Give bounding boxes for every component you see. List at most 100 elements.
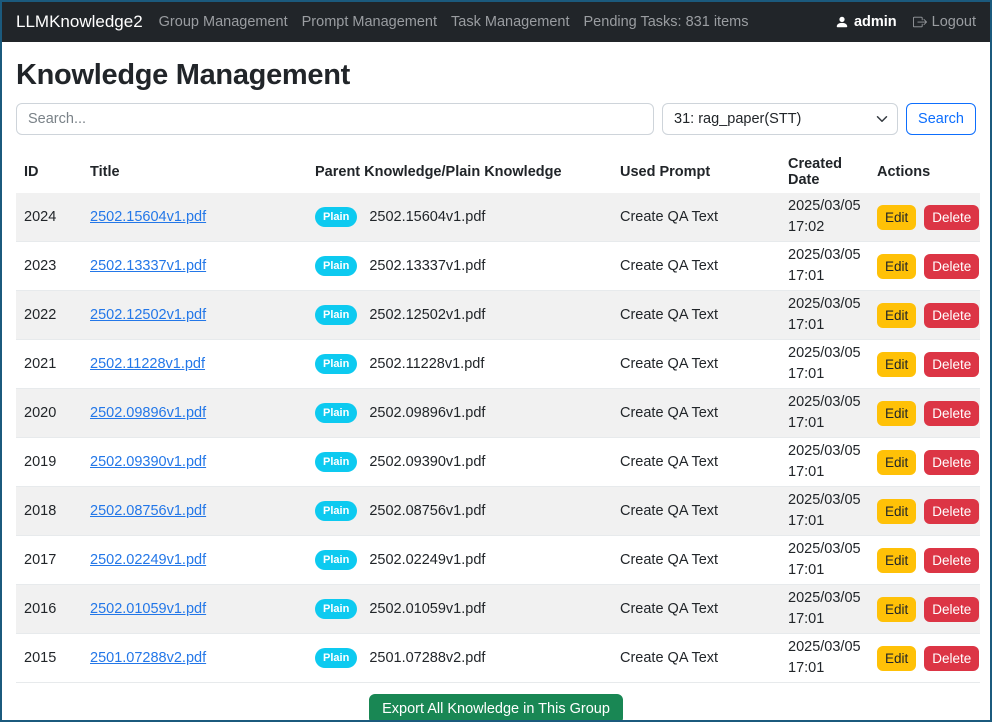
search-button[interactable]: Search	[906, 103, 976, 135]
knowledge-title-link[interactable]: 2501.07288v2.pdf	[90, 650, 206, 666]
created-date-cell: 2025/03/05 17:01	[780, 634, 869, 683]
edit-button[interactable]: Edit	[877, 646, 916, 671]
delete-button[interactable]: Delete	[924, 499, 979, 524]
edit-button[interactable]: Edit	[877, 401, 916, 426]
search-input[interactable]	[16, 103, 654, 135]
edit-button[interactable]: Edit	[877, 499, 916, 524]
knowledge-title-link[interactable]: 2502.09896v1.pdf	[90, 405, 206, 421]
used-prompt-cell: Create QA Text	[612, 536, 780, 585]
parent-knowledge-name: 2502.13337v1.pdf	[369, 258, 485, 274]
created-date-cell: 2025/03/05 17:01	[780, 487, 869, 536]
created-date-time: 17:02	[788, 217, 861, 238]
logout-label: Logout	[932, 14, 976, 30]
parent-knowledge-name: 2502.01059v1.pdf	[369, 601, 485, 617]
created-date-day: 2025/03/05	[788, 441, 861, 462]
current-user: admin	[835, 14, 897, 30]
used-prompt-cell: Create QA Text	[612, 242, 780, 291]
nav-pending-tasks[interactable]: Pending Tasks: 831 items	[578, 14, 755, 30]
plain-badge: Plain	[315, 354, 357, 374]
delete-button[interactable]: Delete	[924, 303, 979, 328]
header-id: ID	[16, 151, 82, 193]
header-parent-knowledge: Parent Knowledge/Plain Knowledge	[307, 151, 612, 193]
row-id: 2024	[16, 193, 82, 242]
table-header-row: ID Title Parent Knowledge/Plain Knowledg…	[16, 151, 980, 193]
logout-icon	[913, 15, 927, 29]
knowledge-title-link[interactable]: 2502.09390v1.pdf	[90, 454, 206, 470]
knowledge-title-link[interactable]: 2502.08756v1.pdf	[90, 503, 206, 519]
group-select[interactable]: 31: rag_paper(STT)	[662, 103, 898, 135]
created-date-time: 17:01	[788, 560, 861, 581]
created-date-cell: 2025/03/05 17:01	[780, 340, 869, 389]
knowledge-title-link[interactable]: 2502.02249v1.pdf	[90, 552, 206, 568]
delete-button[interactable]: Delete	[924, 205, 979, 230]
knowledge-title-link[interactable]: 2502.15604v1.pdf	[90, 209, 206, 225]
edit-button[interactable]: Edit	[877, 205, 916, 230]
actions-cell: Edit Delete	[869, 291, 980, 340]
nav-prompt-management[interactable]: Prompt Management	[296, 14, 443, 30]
table-row: 2020 2502.09896v1.pdf Plain 2502.09896v1…	[16, 389, 980, 438]
plain-badge: Plain	[315, 452, 357, 472]
nav-task-management[interactable]: Task Management	[445, 14, 575, 30]
delete-button[interactable]: Delete	[924, 548, 979, 573]
actions-cell: Edit Delete	[869, 536, 980, 585]
created-date-time: 17:01	[788, 658, 861, 679]
knowledge-title-link[interactable]: 2502.11228v1.pdf	[90, 356, 205, 372]
table-row: 2023 2502.13337v1.pdf Plain 2502.13337v1…	[16, 242, 980, 291]
created-date-cell: 2025/03/05 17:02	[780, 193, 869, 242]
username-label: admin	[854, 14, 897, 30]
created-date-time: 17:01	[788, 511, 861, 532]
used-prompt-cell: Create QA Text	[612, 438, 780, 487]
row-id: 2021	[16, 340, 82, 389]
logout-button[interactable]: Logout	[913, 14, 976, 30]
knowledge-table: ID Title Parent Knowledge/Plain Knowledg…	[16, 151, 980, 683]
parent-knowledge-name: 2502.11228v1.pdf	[369, 356, 484, 372]
row-id: 2016	[16, 585, 82, 634]
delete-button[interactable]: Delete	[924, 254, 979, 279]
row-id: 2019	[16, 438, 82, 487]
plain-badge: Plain	[315, 403, 357, 423]
app-window: LLMKnowledge2 Group Management Prompt Ma…	[0, 0, 992, 722]
delete-button[interactable]: Delete	[924, 352, 979, 377]
person-icon	[835, 15, 849, 29]
nav-group-management[interactable]: Group Management	[153, 14, 294, 30]
edit-button[interactable]: Edit	[877, 548, 916, 573]
header-actions: Actions	[869, 151, 980, 193]
edit-button[interactable]: Edit	[877, 450, 916, 475]
created-date-day: 2025/03/05	[788, 588, 861, 609]
created-date-day: 2025/03/05	[788, 392, 861, 413]
used-prompt-cell: Create QA Text	[612, 389, 780, 438]
table-row: 2024 2502.15604v1.pdf Plain 2502.15604v1…	[16, 193, 980, 242]
brand-logo[interactable]: LLMKnowledge2	[16, 12, 143, 32]
delete-button[interactable]: Delete	[924, 646, 979, 671]
plain-badge: Plain	[315, 501, 357, 521]
knowledge-title-link[interactable]: 2502.13337v1.pdf	[90, 258, 206, 274]
delete-button[interactable]: Delete	[924, 597, 979, 622]
parent-knowledge-name: 2502.09390v1.pdf	[369, 454, 485, 470]
table-row: 2021 2502.11228v1.pdf Plain 2502.11228v1…	[16, 340, 980, 389]
table-row: 2022 2502.12502v1.pdf Plain 2502.12502v1…	[16, 291, 980, 340]
created-date-day: 2025/03/05	[788, 294, 861, 315]
navbar-right: admin Logout	[835, 14, 976, 30]
header-title: Title	[82, 151, 307, 193]
row-id: 2022	[16, 291, 82, 340]
created-date-day: 2025/03/05	[788, 539, 861, 560]
row-id: 2023	[16, 242, 82, 291]
edit-button[interactable]: Edit	[877, 597, 916, 622]
table-row: 2016 2502.01059v1.pdf Plain 2502.01059v1…	[16, 585, 980, 634]
edit-button[interactable]: Edit	[877, 352, 916, 377]
created-date-cell: 2025/03/05 17:01	[780, 585, 869, 634]
edit-button[interactable]: Edit	[877, 254, 916, 279]
group-select-wrap: 31: rag_paper(STT)	[662, 103, 898, 135]
table-row: 2019 2502.09390v1.pdf Plain 2502.09390v1…	[16, 438, 980, 487]
parent-knowledge-name: 2502.09896v1.pdf	[369, 405, 485, 421]
header-used-prompt: Used Prompt	[612, 151, 780, 193]
plain-badge: Plain	[315, 550, 357, 570]
export-all-button[interactable]: Export All Knowledge in This Group	[369, 694, 623, 722]
actions-cell: Edit Delete	[869, 438, 980, 487]
edit-button[interactable]: Edit	[877, 303, 916, 328]
delete-button[interactable]: Delete	[924, 450, 979, 475]
main-content: Knowledge Management 31: rag_paper(STT) …	[2, 59, 990, 722]
knowledge-title-link[interactable]: 2502.12502v1.pdf	[90, 307, 206, 323]
knowledge-title-link[interactable]: 2502.01059v1.pdf	[90, 601, 206, 617]
delete-button[interactable]: Delete	[924, 401, 979, 426]
